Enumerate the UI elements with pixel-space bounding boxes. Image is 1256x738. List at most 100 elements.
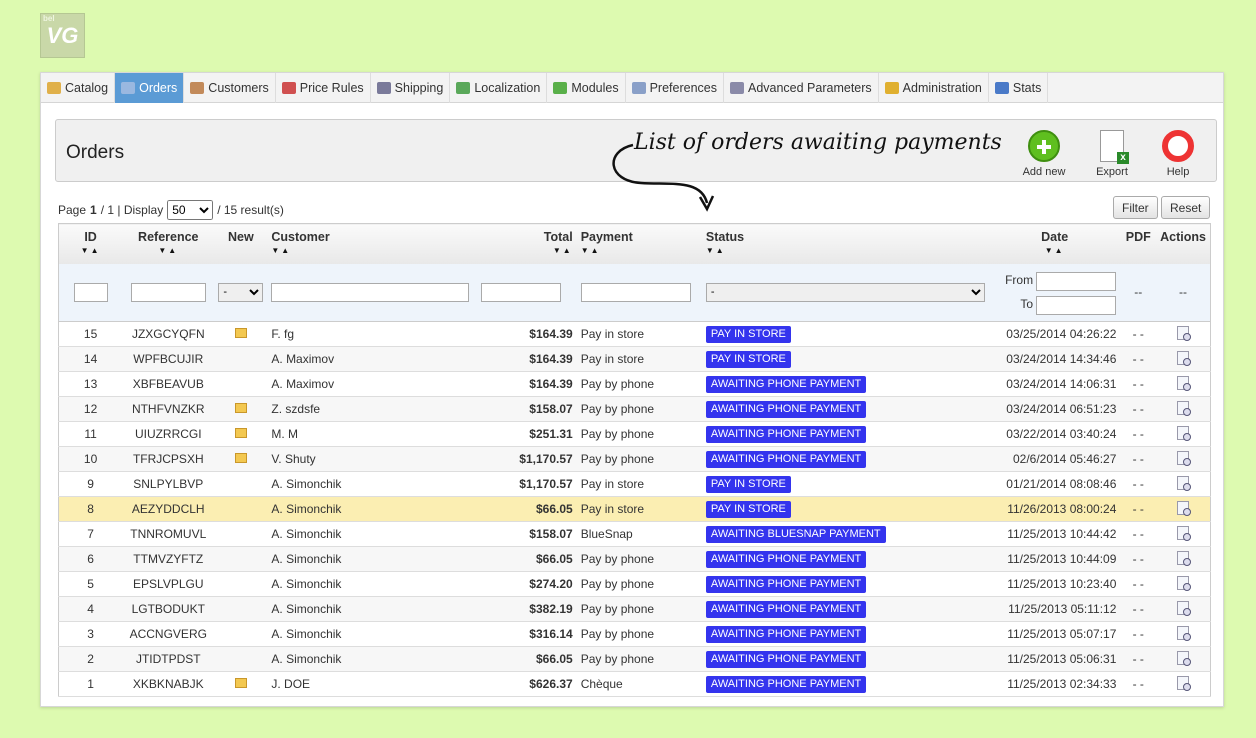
menu-item-customers[interactable]: Customers (184, 73, 276, 103)
view-details-icon[interactable] (1177, 325, 1192, 341)
menu-item-catalog[interactable]: Catalog (41, 73, 116, 103)
order-date: 01/21/2014 08:08:46 (988, 471, 1121, 497)
menu-item-label: Shipping (394, 81, 444, 95)
col-status[interactable]: Status ▼▲ (701, 223, 989, 264)
menu-item-advanced-parameters[interactable]: Advanced Parameters (724, 73, 879, 103)
view-details-icon[interactable] (1177, 450, 1192, 466)
filter-payment-input[interactable] (580, 282, 691, 302)
filter-customer-input[interactable] (271, 282, 470, 302)
status-badge: AWAITING PHONE PAYMENT (705, 425, 867, 443)
view-details-icon[interactable] (1177, 475, 1192, 491)
filter-date-to-input[interactable] (1036, 295, 1117, 315)
logo: bel VG (40, 13, 85, 58)
menu-item-label: Orders (139, 81, 178, 95)
globe-icon (456, 82, 471, 94)
table-row[interactable]: 6 TTMVZYFTZ A. Simonchik $66.05 Pay by phone… (58, 546, 1211, 572)
col-id[interactable]: ID ▼▲ (58, 223, 123, 264)
admin-panel: Catalog Orders Customers Price Rules Shippin… (40, 72, 1224, 707)
col-date[interactable]: Date ▼▲ (988, 223, 1121, 264)
menu-item-localization[interactable]: Localization (450, 73, 548, 103)
col-customer[interactable]: Customer ▼▲ (267, 223, 477, 264)
view-details-icon[interactable] (1177, 400, 1192, 416)
menu-item-label: Customers (208, 81, 269, 95)
view-details-icon[interactable] (1177, 575, 1192, 591)
view-details-icon[interactable] (1177, 625, 1192, 641)
table-row[interactable]: 10 TFRJCPSXH V. Shuty $1,170.57 Pay by phone… (58, 446, 1211, 472)
per-page-select[interactable]: 50 (167, 200, 214, 220)
view-details-icon[interactable] (1177, 525, 1192, 541)
menu-item-orders[interactable]: Orders (115, 73, 185, 103)
order-customer: A. Simonchik (267, 471, 477, 497)
menu-item-label: Modules (571, 81, 619, 95)
order-payment: Pay by phone (576, 396, 702, 422)
export-label: Export (1096, 166, 1128, 178)
order-pdf: - - (1120, 446, 1157, 472)
menu-item-price-rules[interactable]: Price Rules (276, 73, 371, 103)
filter-actions-placeholder: -- (1156, 263, 1211, 322)
order-customer: F. fg (267, 321, 477, 347)
filter-total-input[interactable] (480, 282, 561, 302)
table-row[interactable]: 5 EPSLVPLGU A. Simonchik $274.20 Pay by phon… (58, 571, 1211, 597)
order-pdf: - - (1120, 596, 1157, 622)
menu-item-modules[interactable]: Modules (547, 73, 626, 103)
table-row[interactable]: 13 XBFBEAVUB A. Maximov $164.39 Pay by phone… (58, 371, 1211, 397)
view-details-icon[interactable] (1177, 500, 1192, 516)
table-row[interactable]: 9 SNLPYLBVP A. Simonchik $1,170.57 Pay in st… (58, 471, 1211, 497)
filter-id-input[interactable] (73, 282, 108, 302)
filter-reference-input[interactable] (130, 282, 206, 302)
menu-item-preferences[interactable]: Preferences (626, 73, 724, 103)
date-to-label: To (1020, 297, 1034, 312)
order-payment: Pay by phone (576, 421, 702, 447)
filter-status-select[interactable]: - (705, 282, 985, 302)
order-total: $158.07 (476, 396, 577, 422)
order-customer: A. Simonchik (267, 496, 477, 522)
menu-item-shipping[interactable]: Shipping (371, 73, 451, 103)
order-reference: EPSLVPLGU (122, 571, 215, 597)
new-message-icon (234, 428, 247, 438)
view-details-icon[interactable] (1177, 375, 1192, 391)
truck-icon (376, 82, 391, 94)
key-icon (884, 82, 899, 94)
filter-date-from-input[interactable] (1036, 271, 1117, 291)
view-details-icon[interactable] (1177, 425, 1192, 441)
table-row[interactable]: 1 XKBKNABJK J. DOE $626.37 Chèque AWAITING PH… (58, 671, 1211, 697)
view-details-icon[interactable] (1177, 650, 1192, 666)
filter-pdf-placeholder: -- (1120, 263, 1157, 322)
add-new-button[interactable]: Add new (1014, 130, 1074, 178)
table-row[interactable]: 3 ACCNGVERG A. Simonchik $316.14 Pay by phon… (58, 621, 1211, 647)
menu-item-administration[interactable]: Administration (879, 73, 989, 103)
view-details-icon[interactable] (1177, 675, 1192, 691)
order-customer: V. Shuty (267, 446, 477, 472)
col-actions: Actions (1156, 223, 1211, 264)
table-row[interactable]: 12 NTHFVNZKR Z. szdsfe $158.07 Pay by phone A… (58, 396, 1211, 422)
order-date: 03/24/2014 14:06:31 (988, 371, 1121, 397)
sort-arrows-icon: ▼▲ (158, 246, 179, 255)
table-row[interactable]: 2 JTIDTPDST A. Simonchik $66.05 Pay by phone… (58, 646, 1211, 672)
filter-new-select[interactable]: - (218, 282, 264, 302)
filter-row: - - From To -- -- (58, 263, 1211, 322)
view-details-icon[interactable] (1177, 350, 1192, 366)
status-badge: PAY IN STORE (705, 475, 791, 493)
col-total[interactable]: Total ▼▲ (476, 223, 577, 264)
col-payment[interactable]: Payment ▼▲ (576, 223, 702, 264)
menu-item-stats[interactable]: Stats (989, 73, 1049, 103)
table-row[interactable]: 4 LGTBODUKT A. Simonchik $382.19 Pay by phon… (58, 596, 1211, 622)
view-details-icon[interactable] (1177, 550, 1192, 566)
filter-button[interactable]: Filter (1113, 196, 1158, 219)
table-row[interactable]: 14 WPFBCUJIR A. Maximov $164.39 Pay in store… (58, 346, 1211, 372)
help-button[interactable]: Help (1148, 130, 1208, 178)
table-row[interactable]: 8 AEZYDDCLH A. Simonchik $66.05 Pay in store… (58, 496, 1211, 522)
view-details-icon[interactable] (1177, 600, 1192, 616)
page-title: Orders (66, 142, 125, 163)
table-row[interactable]: 15 JZXGCYQFN F. fg $164.39 Pay in store PAY I… (58, 321, 1211, 347)
order-customer: A. Simonchik (267, 571, 477, 597)
status-badge: AWAITING PHONE PAYMENT (705, 600, 867, 618)
results-count: / 15 result(s) (217, 203, 284, 217)
col-reference[interactable]: Reference ▼▲ (122, 223, 215, 264)
reset-button[interactable]: Reset (1161, 196, 1211, 219)
cart-icon (121, 82, 136, 94)
export-button[interactable]: Export (1082, 130, 1142, 178)
table-row[interactable]: 7 TNNROMUVL A. Simonchik $158.07 BlueSnap AWA… (58, 521, 1211, 547)
table-row[interactable]: 11 UIUZRRCGI M. M $251.31 Pay by phone AWAITI… (58, 421, 1211, 447)
order-id: 10 (58, 446, 123, 472)
